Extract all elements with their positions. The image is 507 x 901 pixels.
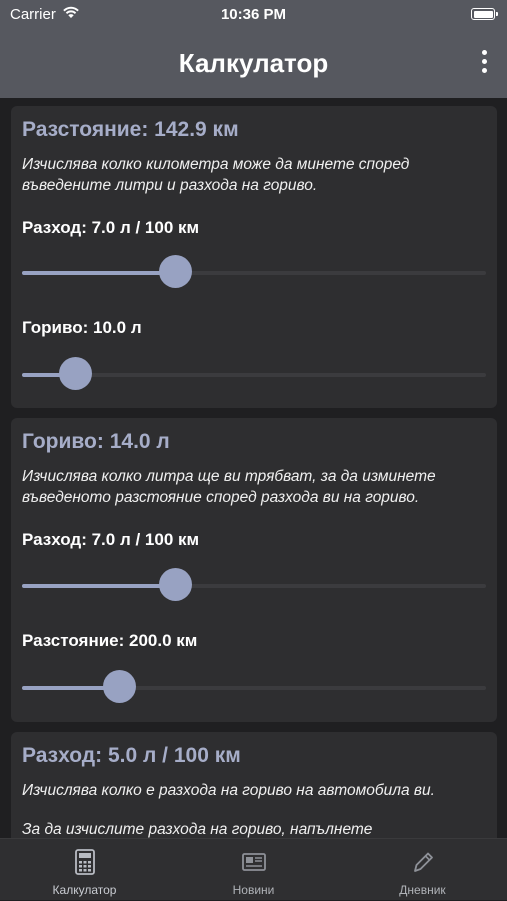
consumption-label: Разход: 7.0 л / 100 км [22, 218, 200, 237]
slider-fill [22, 584, 176, 588]
newspaper-icon [241, 853, 266, 871]
distance-label: Разстояние: 200.0 км [22, 631, 198, 650]
consumption-slider[interactable] [22, 255, 486, 291]
fuel-label: Гориво: 10.0 л [22, 318, 142, 337]
consumption-label: Разход: 7.0 л / 100 км [22, 530, 200, 549]
tab-label: Калкулатор [52, 883, 117, 897]
calculator-icon [74, 849, 95, 875]
slider-thumb[interactable] [103, 670, 137, 703]
more-vertical-icon[interactable] [479, 50, 489, 76]
fuel-result-title: Гориво: 14.0 л [22, 430, 170, 453]
distance-slider[interactable] [22, 670, 486, 706]
pencil-icon [413, 852, 433, 872]
tab-bar: Калкулатор Новини Дневник [0, 838, 507, 900]
slider-fill [22, 271, 176, 275]
consumption-slider[interactable] [22, 568, 486, 604]
slider-thumb[interactable] [59, 357, 93, 390]
clock: 10:36 PM [220, 6, 287, 23]
navigation-bar: Калкулатор [0, 30, 507, 98]
distance-card: Разстояние: 142.9 км Изчислява колко кил… [11, 106, 497, 408]
fuel-description: Изчислява колко литра ще ви трябват, за … [22, 468, 436, 506]
slider-thumb[interactable] [159, 568, 193, 601]
status-bar: Carrier 10:36 PM [0, 0, 507, 30]
consumption-instructions: За да изчислите разхода на гориво, напъл… [22, 821, 373, 838]
slider-thumb[interactable] [159, 255, 193, 288]
distance-description: Изчислява колко километра може да минете… [22, 156, 410, 194]
tab-journal[interactable]: Дневник [338, 839, 507, 901]
fuel-card: Гориво: 14.0 л Изчислява колко литра ще … [11, 418, 497, 722]
page-title: Калкулатор [178, 48, 329, 78]
tab-news[interactable]: Новини [169, 839, 338, 901]
consumption-description: Изчислява колко е разхода на гориво на а… [22, 782, 435, 799]
battery-icon [471, 8, 498, 20]
tab-label: Дневник [399, 883, 446, 897]
distance-result-title: Разстояние: 142.9 км [22, 118, 239, 141]
tab-label: Новини [232, 883, 275, 897]
fuel-slider[interactable] [22, 357, 486, 393]
tab-calculator[interactable]: Калкулатор [0, 839, 169, 901]
consumption-result-title: Разход: 5.0 л / 100 км [22, 744, 241, 767]
